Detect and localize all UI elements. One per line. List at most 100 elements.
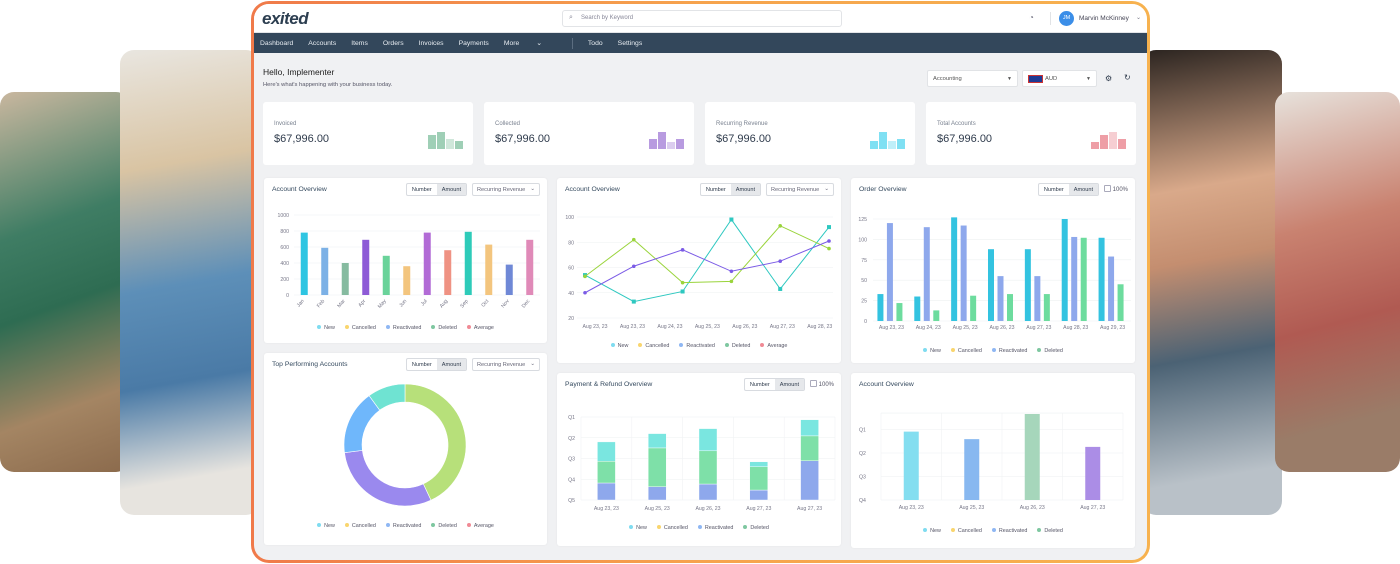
stack-reactivated-1 — [647, 486, 667, 501]
metric-select[interactable]: Recurring Revenue ⌄ — [472, 183, 540, 196]
kpi-label: Collected — [495, 121, 521, 127]
legend-item-cancelled[interactable]: Cancelled — [656, 525, 688, 531]
legend-item-deleted[interactable]: Deleted — [1037, 528, 1063, 534]
legend-item-reactivated[interactable]: Reactivated — [697, 525, 733, 531]
legend-item-reactivated[interactable]: Reactivated — [679, 343, 715, 349]
legend-item-new[interactable]: New — [923, 348, 941, 354]
legend-item-deleted[interactable]: Deleted — [1037, 348, 1063, 354]
legend-item-new[interactable]: New — [317, 523, 335, 529]
legend-label: Deleted — [1044, 528, 1063, 534]
bar-0 — [903, 431, 919, 500]
x-tick-label: Aug 28, 23 — [1063, 325, 1088, 331]
refresh-icon[interactable]: ↻ — [1124, 73, 1131, 82]
x-tick-label: Jan — [296, 298, 306, 308]
bar-aug-25-23-s0 — [951, 217, 958, 321]
stack-reactivated-4 — [800, 460, 819, 501]
avatar[interactable]: JM — [1059, 11, 1074, 26]
toggle-number[interactable]: Number — [701, 184, 731, 195]
data-point — [827, 246, 831, 251]
y-tick-label: 60 — [568, 266, 574, 272]
search-input[interactable]: ⌕ Search by Keyword — [562, 10, 842, 27]
toggle-amount[interactable]: Amount — [1068, 184, 1098, 195]
legend-item-average[interactable]: Average — [466, 523, 494, 529]
nav-payments[interactable]: Payments — [459, 40, 489, 47]
toggle-amount[interactable]: Amount — [730, 184, 760, 195]
legend-label: Cancelled — [957, 348, 982, 354]
caret-down-icon: ▼ — [1007, 76, 1012, 82]
toggle-number[interactable]: Number — [407, 184, 437, 195]
legend-item-average[interactable]: Average — [466, 325, 494, 331]
currency-select[interactable]: AUD ▼ — [1022, 70, 1097, 87]
legend-item-new[interactable]: New — [629, 525, 647, 531]
kpi-sparkline — [869, 132, 905, 149]
gear-icon[interactable]: ⚙ — [1105, 74, 1112, 83]
y-tick-label: 100 — [565, 215, 574, 221]
x-tick-label: Aug 26, 23 — [695, 506, 720, 512]
toggle-number[interactable]: Number — [745, 379, 775, 390]
legend-label: Average — [473, 325, 494, 331]
legend-item-deleted[interactable]: Deleted — [743, 525, 769, 531]
y-tick-label: 80 — [568, 240, 574, 246]
legend-item-average[interactable]: Average — [760, 343, 787, 349]
toggle-number[interactable]: Number — [1039, 184, 1069, 195]
legend-dot — [466, 325, 471, 329]
toggle-amount[interactable]: Amount — [436, 359, 466, 370]
nav-orders[interactable]: Orders — [383, 40, 404, 47]
checkbox-box — [809, 380, 817, 387]
chevron-down-icon[interactable]: ⌄ — [1136, 14, 1141, 21]
bar-jan — [300, 232, 308, 295]
legend-item-deleted[interactable]: Deleted — [724, 343, 750, 349]
legend-item-new[interactable]: New — [610, 343, 628, 349]
nav-accounts[interactable]: Accounts — [308, 40, 336, 47]
toggle-amount[interactable]: Amount — [436, 184, 466, 195]
nav-invoices[interactable]: Invoices — [419, 40, 444, 47]
notification-icon[interactable]: ◔ — [1029, 13, 1034, 22]
kpi-card-collected: Collected $67,996.00 — [484, 102, 694, 165]
nav-more[interactable]: More ⌄ — [504, 39, 557, 47]
percent-checkbox[interactable]: 100% — [809, 380, 834, 388]
legend-item-cancelled[interactable]: Cancelled — [638, 343, 669, 349]
legend-item-deleted[interactable]: Deleted — [431, 325, 457, 331]
percent-checkbox[interactable]: 100% — [1103, 185, 1128, 193]
legend-label: Average — [767, 343, 788, 349]
metric-value: Recurring Revenue — [477, 362, 526, 368]
spark-bar — [1091, 142, 1099, 149]
user-name[interactable]: Marvin McKinney — [1079, 15, 1129, 22]
logo[interactable]: exited — [262, 9, 309, 29]
metric-select[interactable]: Recurring Revenue ⌄ — [766, 183, 834, 196]
nav-items[interactable]: Items — [351, 40, 368, 47]
legend-item-cancelled[interactable]: Cancelled — [344, 325, 376, 331]
y-tick-label: 600 — [280, 245, 289, 251]
x-tick-label: Aug 27, 23 — [770, 324, 795, 330]
legend-label: Reactivated — [998, 528, 1028, 534]
legend-item-new[interactable]: New — [923, 528, 941, 534]
toggle-amount[interactable]: Amount — [774, 379, 804, 390]
metric-select[interactable]: Recurring Revenue ⌄ — [472, 358, 540, 371]
legend-item-cancelled[interactable]: Cancelled — [950, 528, 982, 534]
y-tick-label: Q1 — [859, 428, 866, 434]
search-icon: ⌕ — [569, 14, 573, 21]
bar-jul — [423, 232, 431, 295]
department-select[interactable]: Accounting ▼ — [927, 70, 1018, 87]
spark-bar — [658, 132, 666, 149]
spark-bar — [446, 138, 454, 149]
legend-dot — [760, 343, 765, 347]
stack-reactivated-2 — [698, 483, 718, 501]
nav-dashboard[interactable]: Dashboard — [260, 40, 293, 47]
y-tick-label: 200 — [280, 277, 289, 283]
legend-item-deleted[interactable]: Deleted — [431, 523, 457, 529]
legend-item-new[interactable]: New — [317, 325, 335, 331]
x-tick-label: Feb — [316, 298, 326, 309]
kpi-label: Invoiced — [274, 121, 297, 127]
legend-item-reactivated[interactable]: Reactivated — [385, 325, 421, 331]
toggle-number[interactable]: Number — [407, 359, 437, 370]
nav-settings[interactable]: Settings — [618, 40, 643, 47]
legend-item-reactivated[interactable]: Reactivated — [991, 528, 1028, 534]
panel-title: Order Overview — [859, 186, 907, 193]
legend-item-cancelled[interactable]: Cancelled — [950, 348, 982, 354]
bar-aug-24-23-s1 — [923, 227, 930, 321]
legend-item-reactivated[interactable]: Reactivated — [991, 348, 1027, 354]
legend-item-reactivated[interactable]: Reactivated — [385, 523, 421, 529]
nav-todo[interactable]: Todo — [588, 40, 603, 47]
legend-item-cancelled[interactable]: Cancelled — [344, 523, 376, 529]
